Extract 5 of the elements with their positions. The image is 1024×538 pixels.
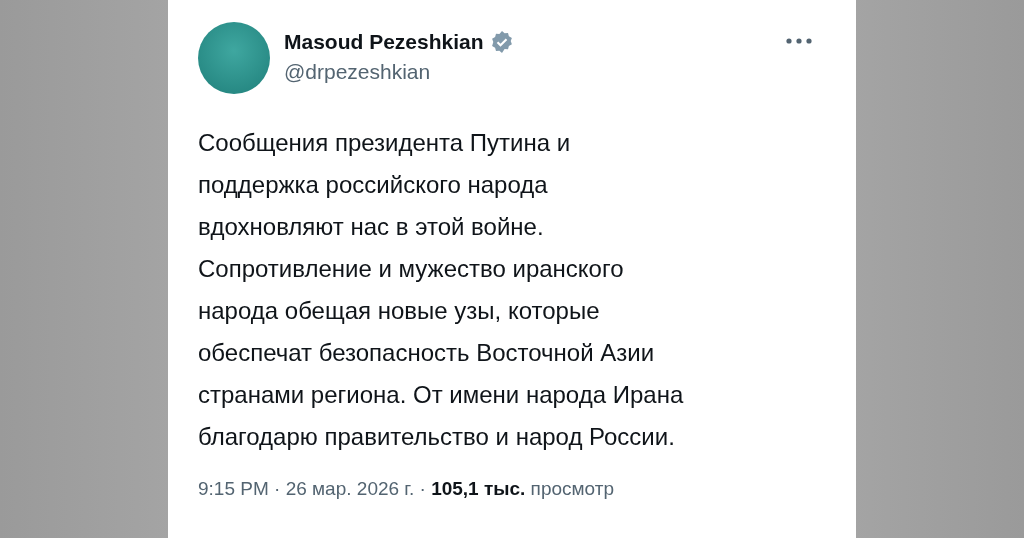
author-handle[interactable]: @drpezeshkian (284, 60, 772, 84)
post-meta: 9:15 PM · 26 мар. 2026 г. · 105,1 тыс. просмотр (198, 478, 616, 500)
more-icon[interactable] (786, 38, 812, 44)
author-name[interactable]: Masoud Pezeshkian (284, 30, 484, 54)
post-text: Сообщения президента Путина и поддержка российского народа вдохновляют нас в этой войне. Сопротивление и мужество иранского народа обещая новые узы, которые обеспечат безопасность Восточной Азии странами региона. От имени народа Ирана благодарю правительство и народ России. (198, 128, 685, 452)
